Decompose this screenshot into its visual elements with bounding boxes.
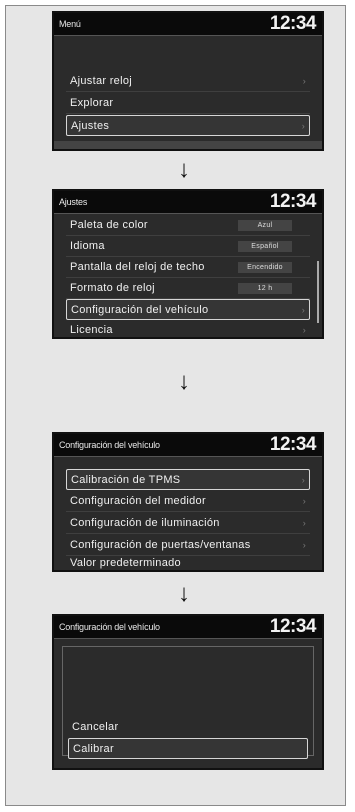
vehicle-item-label: Configuración del medidor — [70, 495, 206, 507]
figure-frame: Menú 12:34 Ajustar reloj › Explorar Ajus… — [5, 5, 346, 806]
clock: 12:34 — [269, 191, 317, 212]
chevron-right-icon: › — [301, 475, 305, 485]
screen-title: Menú — [59, 19, 81, 29]
menu-item-label: Ajustes — [71, 120, 110, 132]
settings-item-value: Encendido — [238, 262, 292, 273]
vehicle-settings-screen: Configuración del vehículo 12:34 Calibra… — [52, 432, 324, 572]
settings-item-label: Licencia — [70, 324, 113, 336]
vehicle-item-medidor[interactable]: Configuración del medidor › — [66, 491, 310, 512]
screen-title: Configuración del vehículo — [59, 440, 160, 450]
title-bar: Menú 12:34 — [54, 13, 322, 36]
title-bar: Configuración del vehículo 12:34 — [54, 434, 322, 457]
settings-item-label: Paleta de color — [70, 219, 148, 231]
calibrate-button[interactable]: Calibrar — [68, 738, 308, 759]
settings-item-formato-reloj[interactable]: Formato de reloj 12 h — [66, 278, 310, 299]
settings-item-label: Idioma — [70, 240, 105, 252]
cancel-button-label: Cancelar — [72, 721, 119, 733]
chevron-right-icon: › — [301, 121, 305, 131]
vehicle-item-label: Configuración de puertas/ventanas — [70, 539, 251, 551]
ajustes-screen: Ajustes 12:34 Paleta de color Azul Idiom… — [52, 189, 324, 339]
menu-item-label: Explorar — [70, 97, 114, 109]
clock: 12:34 — [269, 434, 317, 455]
chevron-right-icon: › — [302, 496, 306, 506]
title-bar: Configuración del vehículo 12:34 — [54, 616, 322, 639]
settings-item-value: Español — [238, 241, 292, 252]
calibrate-dialog-screen: Configuración del vehículo 12:34 Cancela… — [52, 614, 324, 770]
clock: 12:34 — [269, 616, 317, 637]
title-bar: Ajustes 12:34 — [54, 191, 322, 214]
vehicle-item-label: Configuración de iluminación — [70, 517, 220, 529]
settings-item-pantalla-reloj[interactable]: Pantalla del reloj de techo Encendido — [66, 257, 310, 278]
screen-footer — [54, 141, 322, 149]
clock: 12:34 — [269, 13, 317, 34]
settings-item-licencia[interactable]: Licencia › — [66, 320, 310, 337]
settings-item-label: Configuración del vehículo — [71, 304, 209, 316]
settings-item-value: 12 h — [238, 283, 292, 294]
settings-item-value: Azul — [238, 220, 292, 231]
vehicle-item-calibracion-tpms[interactable]: Calibración de TPMS › — [66, 469, 310, 490]
settings-item-label: Formato de reloj — [70, 282, 155, 294]
screen-title: Ajustes — [59, 197, 88, 207]
cancel-button[interactable]: Cancelar — [68, 717, 308, 738]
settings-item-configuracion-vehiculo[interactable]: Configuración del vehículo › — [66, 299, 310, 320]
calibrate-button-label: Calibrar — [73, 743, 114, 755]
menu-item-ajustar-reloj[interactable]: Ajustar reloj › — [66, 71, 310, 92]
chevron-right-icon: › — [302, 518, 306, 528]
confirm-dialog: Cancelar Calibrar — [62, 646, 314, 759]
vehicle-item-iluminacion[interactable]: Configuración de iluminación › — [66, 513, 310, 534]
scrollbar[interactable] — [317, 261, 319, 323]
vehicle-item-label: Calibración de TPMS — [71, 474, 181, 486]
vehicle-item-label: Valor predeterminado — [70, 557, 181, 569]
chevron-right-icon: › — [301, 305, 305, 315]
down-arrow-icon: ↓ — [178, 156, 190, 183]
screen-title: Configuración del vehículo — [59, 622, 160, 632]
settings-item-label: Pantalla del reloj de techo — [70, 261, 205, 273]
settings-item-idioma[interactable]: Idioma Español — [66, 236, 310, 257]
chevron-right-icon: › — [302, 76, 306, 86]
menu-item-label: Ajustar reloj — [70, 75, 132, 87]
menu-screen: Menú 12:34 Ajustar reloj › Explorar Ajus… — [52, 11, 324, 151]
menu-item-ajustes[interactable]: Ajustes › — [66, 115, 310, 136]
down-arrow-icon: ↓ — [178, 580, 190, 607]
settings-item-paleta[interactable]: Paleta de color Azul — [66, 215, 310, 236]
vehicle-item-valor-predeterminado[interactable]: Valor predeterminado — [66, 553, 310, 570]
down-arrow-icon: ↓ — [178, 368, 190, 395]
chevron-right-icon: › — [302, 325, 306, 335]
menu-item-explorar[interactable]: Explorar — [66, 93, 310, 114]
